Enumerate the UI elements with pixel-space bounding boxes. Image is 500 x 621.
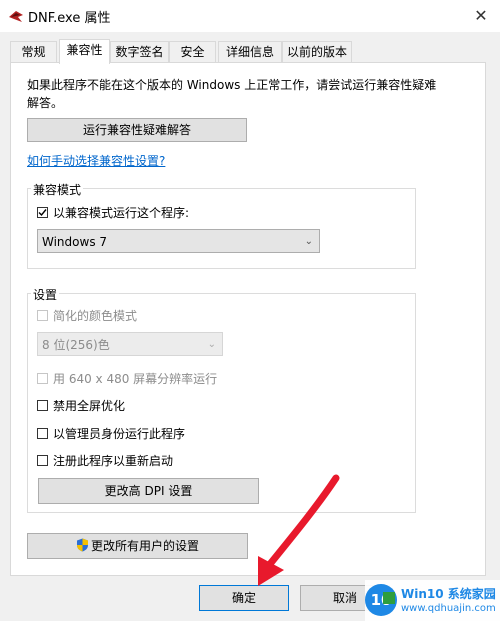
title-bar: DNF.exe 属性 ✕ <box>0 0 500 32</box>
res-640-checkbox[interactable] <box>37 373 48 384</box>
color-depth-value: 8 位(256)色 <box>42 338 110 352</box>
settings-title: 设置 <box>31 286 60 303</box>
compat-mode-label: 以兼容模式运行这个程序: <box>53 206 190 220</box>
watermark-url: www.qdhuajin.com <box>401 603 496 614</box>
tab-previous-versions[interactable]: 以前的版本 <box>282 41 352 62</box>
tab-digital-signatures[interactable]: 数字签名 <box>110 41 169 62</box>
manual-settings-link[interactable]: 如何手动选择兼容性设置? <box>27 152 165 169</box>
color-depth-select[interactable]: 8 位(256)色 ⌄ <box>37 332 223 356</box>
all-users-button[interactable]: 更改所有用户的设置 <box>27 533 248 559</box>
window-title: DNF.exe 属性 <box>28 11 111 26</box>
check-icon <box>38 209 47 217</box>
tab-compatibility[interactable]: 兼容性 <box>59 39 110 64</box>
os-select[interactable]: Windows 7 ⌄ <box>37 229 320 253</box>
tab-general[interactable]: 常规 <box>10 41 57 62</box>
run-as-admin-label: 以管理员身份运行此程序 <box>53 427 186 441</box>
app-icon <box>9 11 23 22</box>
chevron-down-icon: ⌄ <box>207 339 216 350</box>
compat-mode-title: 兼容模式 <box>31 181 84 198</box>
watermark-brand: Win10 系统家园 <box>401 587 496 601</box>
green-marker <box>383 592 395 604</box>
ok-button[interactable]: 确定 <box>199 585 289 611</box>
register-restart-label: 注册此程序以重新启动 <box>53 454 174 468</box>
reduced-color-label: 简化的颜色模式 <box>53 309 138 323</box>
close-icon[interactable]: ✕ <box>470 5 492 27</box>
dpi-settings-button[interactable]: 更改高 DPI 设置 <box>38 478 259 504</box>
compat-description: 如果此程序不能在这个版本的 Windows 上正常工作，请尝试运行兼容性疑难解答… <box>27 78 437 110</box>
troubleshoot-button[interactable]: 运行兼容性疑难解答 <box>27 118 247 142</box>
all-users-label: 更改所有用户的设置 <box>90 539 199 553</box>
tab-security[interactable]: 安全 <box>169 41 216 62</box>
disable-fullscreen-label: 禁用全屏优化 <box>53 399 126 413</box>
compat-mode-checkbox[interactable] <box>37 207 48 218</box>
tab-details[interactable]: 详细信息 <box>218 41 282 62</box>
os-select-value: Windows 7 <box>42 235 108 249</box>
res-640-label: 用 640 x 480 屏幕分辨率运行 <box>53 372 218 386</box>
register-restart-checkbox[interactable] <box>37 455 48 466</box>
shield-icon <box>76 538 88 552</box>
chevron-down-icon: ⌄ <box>304 236 313 247</box>
disable-fullscreen-checkbox[interactable] <box>37 400 48 411</box>
run-as-admin-checkbox[interactable] <box>37 428 48 439</box>
reduced-color-checkbox[interactable] <box>37 310 48 321</box>
